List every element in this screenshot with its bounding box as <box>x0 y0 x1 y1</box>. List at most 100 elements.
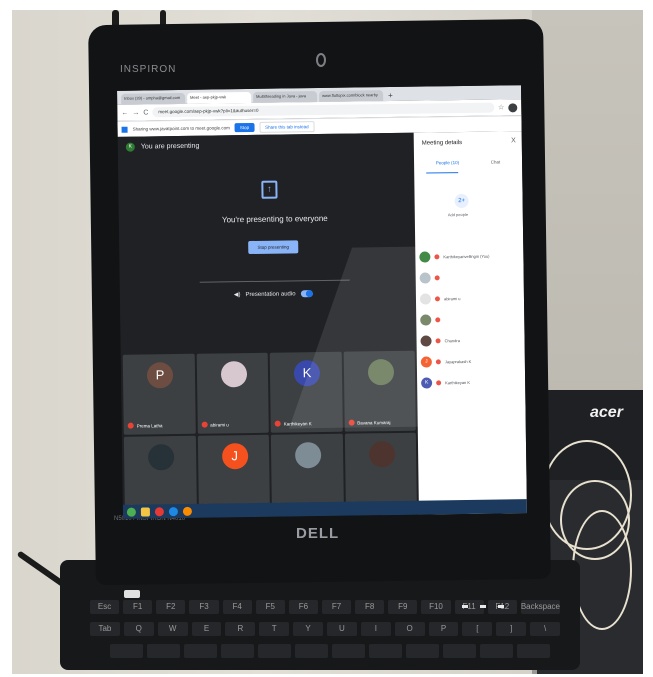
photo-scene: acer EscF1F2F3F4F5F6F7F8F9F10F11F12Backs… <box>0 0 653 677</box>
address-bar[interactable]: meet.google.com/aep-pkjp-vwk?pli=1&authu… <box>152 102 495 118</box>
keyboard-key[interactable]: W <box>157 622 188 636</box>
keyboard-key[interactable]: F10 <box>421 600 451 614</box>
keyboard-key[interactable]: Y <box>293 622 324 636</box>
sharing-icon <box>121 126 128 133</box>
keyboard-key[interactable] <box>517 644 550 658</box>
profile-avatar-icon[interactable] <box>508 102 518 112</box>
media-player-icon[interactable] <box>182 506 192 516</box>
dell-logo: DELL <box>296 525 340 542</box>
person-avatar <box>419 272 431 284</box>
forward-icon[interactable]: → <box>132 109 139 116</box>
explorer-icon[interactable] <box>140 506 150 517</box>
keyboard-key[interactable]: Q <box>123 622 154 636</box>
speaker-icon: ◀) <box>233 292 241 299</box>
stop-presenting-button[interactable]: Stop presenting <box>248 240 299 255</box>
people-list-item[interactable]: abirami u <box>419 287 520 309</box>
add-people-icon[interactable]: 2+ <box>454 193 469 209</box>
participant-avatar <box>368 441 395 468</box>
status-light <box>480 605 486 608</box>
keyboard-key[interactable]: F3 <box>189 600 219 614</box>
keyboard-key[interactable]: Backspace <box>520 600 560 614</box>
stop-sharing-button[interactable]: Stop <box>234 122 255 133</box>
keyboard-key[interactable]: [ <box>462 622 493 636</box>
keyboard-key[interactable]: \ <box>530 622 561 636</box>
keyboard-key[interactable]: Esc <box>90 600 120 614</box>
participant-name-row: Bavana Kumaraj <box>348 419 390 426</box>
tab-java[interactable]: Multithreading in Java - java <box>253 91 318 103</box>
people-list-item[interactable]: K Karthikeyan K <box>421 371 521 393</box>
people-list-item[interactable] <box>420 308 520 330</box>
keyboard-key[interactable]: ] <box>496 622 527 636</box>
keyboard-key[interactable] <box>295 644 328 658</box>
presenting-label: You are presenting <box>140 142 200 151</box>
tab-chat[interactable]: Chat <box>491 159 501 164</box>
people-list-item[interactable]: J Jayaprakash K <box>420 350 521 372</box>
ie-icon[interactable] <box>168 506 178 516</box>
presenting-title: You're presenting to everyone <box>221 213 328 225</box>
keyboard-key[interactable]: F5 <box>255 600 285 614</box>
presenter-avatar: K <box>125 142 135 152</box>
keyboard-key[interactable] <box>184 644 217 658</box>
back-icon[interactable]: ← <box>121 109 128 116</box>
keyboard-key[interactable]: E <box>191 622 222 636</box>
people-list-item[interactable]: Chandra <box>420 329 520 351</box>
person-name: Chandra <box>444 338 460 344</box>
keyboard-key[interactable]: O <box>394 622 425 636</box>
divider <box>199 279 350 283</box>
start-button-icon[interactable] <box>126 507 136 517</box>
star-icon[interactable]: ☆ <box>498 103 504 111</box>
keyboard-key[interactable] <box>221 644 254 658</box>
close-icon[interactable]: X <box>511 137 516 144</box>
participant-tile[interactable]: K Karthikeyan K <box>269 351 343 433</box>
keyboard-key[interactable] <box>369 644 402 658</box>
tab-meet[interactable]: Meet - aep-pkjp-vwk <box>187 91 252 104</box>
mic-off-icon <box>434 254 440 260</box>
keyboard-key[interactable]: F7 <box>321 600 352 614</box>
keyboard-key[interactable] <box>443 644 476 658</box>
add-people-label[interactable]: Add people <box>448 212 468 217</box>
reload-icon[interactable]: C <box>143 109 148 116</box>
keyboard-key[interactable]: F6 <box>288 600 318 614</box>
keyboard-key[interactable] <box>480 644 513 658</box>
presentation-audio-row: ◀) Presentation audio <box>234 290 313 298</box>
panel-tabs: People (10) Chat <box>420 159 516 165</box>
keyboard-row <box>110 644 550 658</box>
keyboard-key[interactable]: T <box>259 622 290 636</box>
presentation-audio-toggle[interactable] <box>300 290 313 298</box>
person-avatar <box>420 314 432 326</box>
keyboard-key[interactable]: I <box>360 622 391 636</box>
keyboard-key[interactable]: Tab <box>90 622 120 636</box>
keyboard-key[interactable]: F8 <box>355 600 385 614</box>
participant-tile[interactable]: abirami u <box>196 352 269 434</box>
keyboard-key[interactable] <box>147 644 180 658</box>
tab-people[interactable]: People (10) <box>436 160 459 165</box>
tab-gmail[interactable]: Inbox (39) - ompha@gmail.com <box>121 92 186 105</box>
tab-flutter[interactable]: www.fluttopix.com/block nearby <box>319 90 384 103</box>
people-list-item[interactable]: Karthikeyanvellingiri (You) <box>419 245 519 267</box>
participant-tile[interactable]: Bavana Kumaraj <box>343 350 416 432</box>
mic-off-icon <box>435 338 441 344</box>
participant-avatar: K <box>293 360 321 387</box>
keyboard-key[interactable]: P <box>428 622 459 636</box>
keyboard-key[interactable]: R <box>225 622 256 636</box>
power-button-icon[interactable] <box>124 590 140 598</box>
people-list-item[interactable] <box>419 266 520 288</box>
person-name: Jayaprakash K <box>444 358 472 365</box>
keyboard-key[interactable] <box>258 644 291 658</box>
person-name: Karthikeyan K <box>445 379 471 386</box>
share-this-tab-button[interactable]: Share this tab instead <box>259 121 315 133</box>
keyboard-key[interactable]: F9 <box>388 600 418 614</box>
keyboard-key[interactable]: F4 <box>222 600 252 614</box>
monitor-brand-logo: acer <box>590 404 623 421</box>
keyboard-key[interactable] <box>332 644 365 658</box>
person-avatar <box>420 335 432 347</box>
keyboard-key[interactable]: F2 <box>156 600 186 614</box>
keyboard-key[interactable] <box>110 644 143 658</box>
keyboard-key[interactable] <box>406 644 439 658</box>
keyboard-key[interactable]: F1 <box>123 600 153 614</box>
chrome-icon[interactable] <box>154 506 164 516</box>
new-tab-button[interactable]: + <box>385 90 396 101</box>
participant-tile[interactable]: P Prema Latha <box>122 353 196 435</box>
keyboard-key[interactable]: U <box>327 622 357 636</box>
presentation-audio-label: Presentation audio <box>245 290 296 298</box>
